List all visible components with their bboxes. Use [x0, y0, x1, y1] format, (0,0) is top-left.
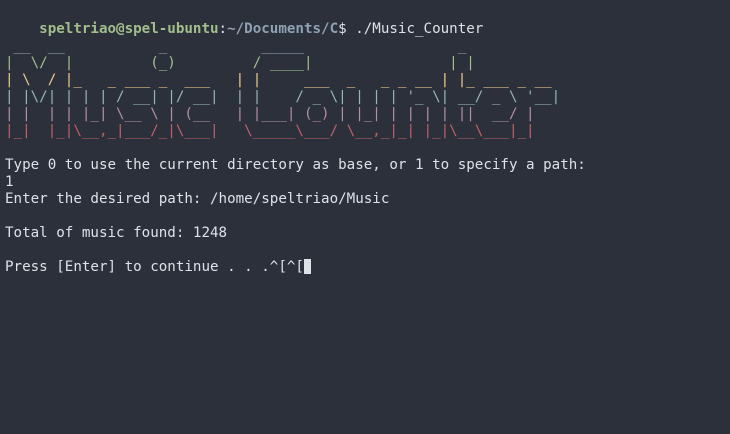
prompt-command: ./Music_Counter	[346, 21, 484, 37]
terminal-window[interactable]: speltriao@spel-ubuntu:~/Documents/C$ ./M…	[0, 0, 730, 434]
press-enter-text: Press [Enter] to continue . . .^[^[	[5, 259, 304, 275]
prompt-symbol: $	[338, 21, 347, 37]
output-line-total-found: Total of music found: 1248	[5, 225, 228, 241]
prompt-separator: :	[218, 21, 228, 37]
text-cursor	[303, 259, 311, 274]
ascii-art-line: __ __ _ _____ _	[5, 38, 467, 54]
output-line-user-choice: 1	[5, 174, 14, 190]
ascii-art-line: |_| |_|\__,_|___/_|\___| \_____\___/ \__…	[5, 123, 535, 139]
output-line-path-entry: Enter the desired path: /home/speltriao/…	[5, 191, 390, 207]
ascii-art-line: | \ / |_ _ ___ _ ___ | | ___ _ _ _ __ | …	[5, 72, 552, 88]
prompt-user-host: speltriao@spel-ubuntu	[39, 21, 219, 37]
ascii-art-line: | |\/| | | | / __| |/ __| | | / _ \| | |…	[5, 89, 561, 105]
ascii-art-line: | \/ | (_) / ____| | |	[5, 55, 475, 71]
command-prompt-line: speltriao@spel-ubuntu:~/Documents/C$ ./M…	[5, 4, 483, 37]
output-line-press-enter[interactable]: Press [Enter] to continue . . .^[^[	[5, 259, 311, 276]
ascii-art-line: | | | | |_| \__ \ | (__ | |___| (_) | |_…	[5, 106, 535, 122]
output-line-mode-question: Type 0 to use the current directory as b…	[5, 157, 586, 173]
prompt-path: ~/Documents/C	[227, 21, 339, 37]
